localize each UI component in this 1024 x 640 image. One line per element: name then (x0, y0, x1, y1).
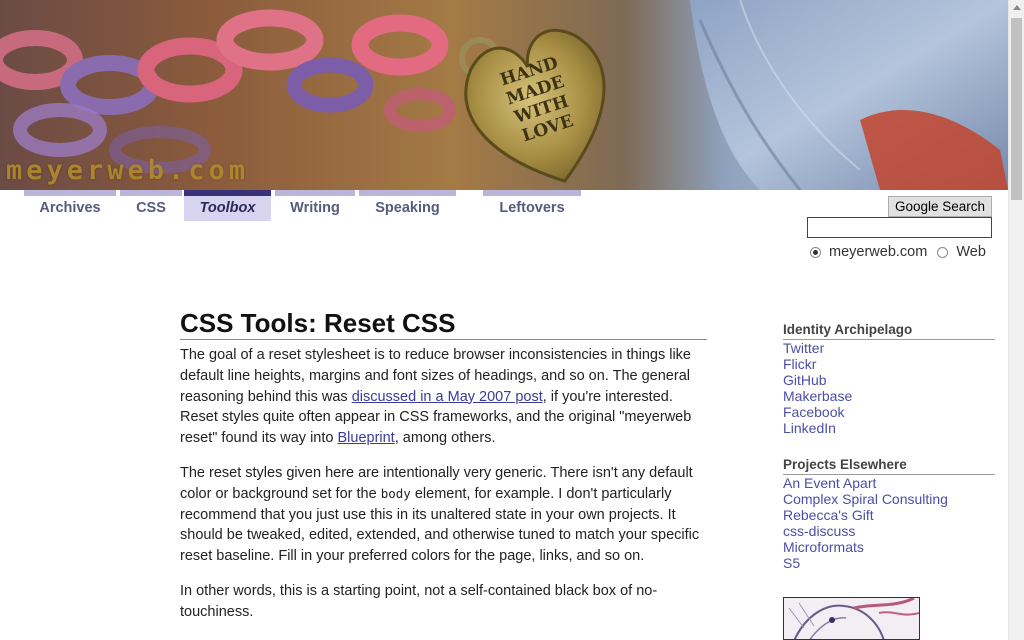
sidebar-link-an-event-apart[interactable]: An Event Apart (783, 475, 876, 491)
nav-item-css[interactable]: CSS (120, 190, 182, 221)
scrollbar-thumb[interactable] (1011, 18, 1022, 200)
sidebar-link-facebook[interactable]: Facebook (783, 404, 844, 420)
sidebar: Identity Archipelago Twitter Flickr GitH… (783, 322, 995, 593)
starting-point-paragraph: In other words, this is a starting point… (180, 582, 658, 620)
search-scope: meyerweb.com Web (810, 244, 992, 262)
header-banner: HAND MADE WITH LOVE meyerweb.com (0, 0, 1008, 190)
nav-item-speaking[interactable]: Speaking (359, 190, 456, 221)
sidebar-link-flickr[interactable]: Flickr (783, 356, 816, 372)
nav-item-writing[interactable]: Writing (275, 190, 355, 221)
sidebar-link-makerbase[interactable]: Makerbase (783, 388, 852, 404)
illustration-sketch (788, 598, 919, 639)
generic-styles-paragraph: The reset styles given here are intentio… (180, 463, 707, 567)
sidebar-illustration-image[interactable] (783, 597, 920, 640)
radio-label-meyerweb: meyerweb.com (829, 244, 928, 260)
nav-item-toolbox[interactable]: Toolbox (184, 190, 271, 221)
intro-paragraph: The goal of a reset stylesheet is to red… (180, 345, 707, 449)
identity-archipelago-heading: Identity Archipelago (783, 322, 995, 340)
search-input[interactable] (807, 217, 992, 238)
sidebar-link-microformats[interactable]: Microformats (783, 539, 864, 555)
scroll-up-arrow-icon[interactable] (1013, 5, 1021, 10)
may-2007-post-link[interactable]: discussed in a May 2007 post (352, 389, 543, 405)
identity-archipelago-section: Identity Archipelago Twitter Flickr GitH… (783, 322, 995, 436)
sidebar-link-complex-spiral[interactable]: Complex Spiral Consulting (783, 491, 948, 507)
radio-label-web: Web (956, 244, 986, 260)
site-logo[interactable]: meyerweb.com (6, 155, 249, 186)
nav-item-leftovers[interactable]: Leftovers (483, 190, 581, 221)
blueprint-link[interactable]: Blueprint (337, 430, 394, 446)
sidebar-link-linkedin[interactable]: LinkedIn (783, 420, 836, 436)
page-scrollbar[interactable] (1008, 0, 1024, 640)
sidebar-link-github[interactable]: GitHub (783, 372, 827, 388)
sidebar-link-s5[interactable]: S5 (783, 555, 800, 571)
projects-elsewhere-heading: Projects Elsewhere (783, 457, 995, 476)
main-nav: Archives CSS Toolbox Writing Speaking Le… (0, 190, 700, 222)
sidebar-link-css-discuss[interactable]: css-discuss (783, 523, 855, 539)
sidebar-link-rebeccas-gift[interactable]: Rebecca's Gift (783, 507, 874, 523)
nav-item-archives[interactable]: Archives (24, 190, 116, 221)
radio-option-meyerweb[interactable]: meyerweb.com (810, 244, 927, 260)
page-title: CSS Tools: Reset CSS (180, 308, 707, 340)
radio-meyerweb[interactable] (810, 246, 821, 258)
body-code: body (380, 485, 411, 501)
radio-option-web[interactable]: Web (937, 244, 986, 260)
sidebar-link-twitter[interactable]: Twitter (783, 340, 824, 356)
radio-web[interactable] (937, 246, 949, 258)
main-content: CSS Tools: Reset CSS The goal of a reset… (180, 308, 707, 637)
google-search-button[interactable]: Google Search (888, 196, 992, 217)
projects-elsewhere-section: Projects Elsewhere An Event Apart Comple… (783, 457, 995, 571)
p1-text-c: , among others. (394, 430, 496, 447)
